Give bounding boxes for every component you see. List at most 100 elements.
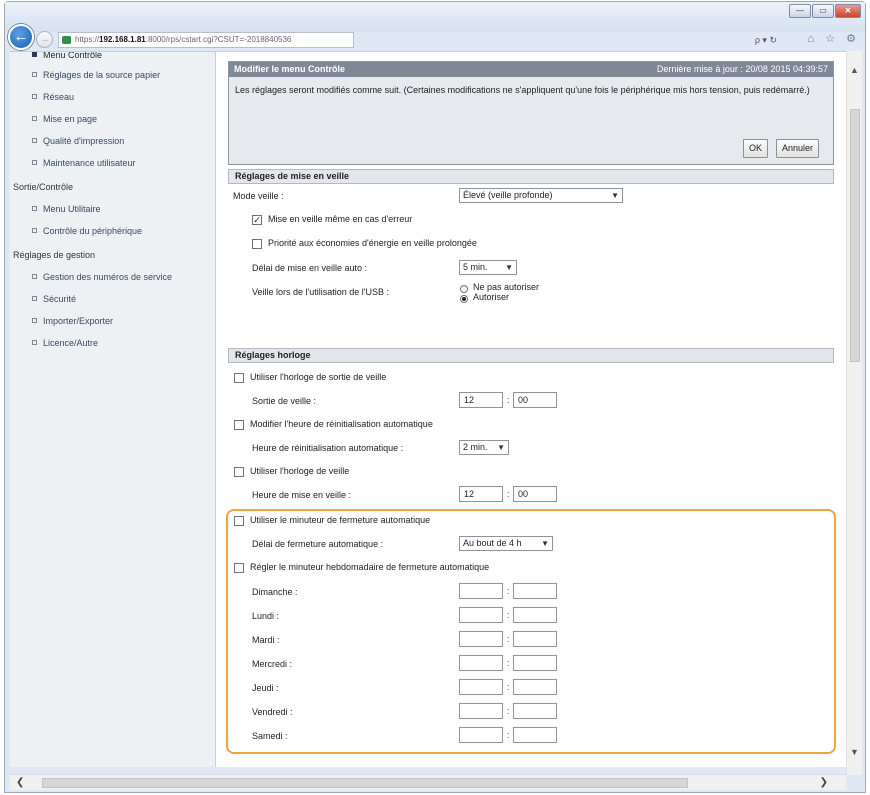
delai-veille-label: Délai de mise en veille auto : (252, 263, 368, 273)
usb-autoriser-label: Autoriser (473, 292, 510, 302)
usb-ne-pas-autoriser-radio[interactable] (460, 285, 468, 293)
day-label-samedi: Samedi : (252, 731, 288, 741)
sidebar-item-qualite[interactable]: Qualité d'impression (10, 133, 216, 149)
minuteur-fermeture-checkbox[interactable] (234, 516, 244, 526)
sidebar-item-licence[interactable]: Licence/Autre (10, 335, 216, 351)
samedi-hour-field[interactable] (459, 727, 503, 743)
usb-autoriser-radio[interactable] (460, 295, 468, 303)
sidebar-item-numeros-service[interactable]: Gestion des numéros de service (10, 269, 216, 285)
sidebar-item-securite[interactable]: Sécurité (10, 291, 216, 307)
favicon-icon (62, 36, 71, 44)
panel-header: Modifier le menu Contrôle Dernière mise … (229, 62, 833, 77)
sortie-veille-checkbox[interactable] (234, 373, 244, 383)
scroll-up-icon[interactable]: ▲ (850, 65, 859, 75)
sortie-veille-minute-field[interactable]: 00 (513, 392, 557, 408)
bullet-icon (32, 206, 37, 211)
sidebar-item-menu-utilitaire[interactable]: Menu Utilitaire (10, 201, 216, 217)
last-update: Dernière mise à jour : 20/08 2015 04:39:… (656, 64, 828, 74)
heure-veille-hour-field[interactable]: 12 (459, 486, 503, 502)
vertical-scrollbar[interactable]: ▲ ▼ (846, 51, 862, 775)
reinit-auto-checkbox[interactable] (234, 420, 244, 430)
dimanche-minute-field[interactable] (513, 583, 557, 599)
vendredi-hour-field[interactable] (459, 703, 503, 719)
horloge-veille-cb-label: Utiliser l'horloge de veille (250, 466, 350, 476)
sidebar-item-maintenance[interactable]: Maintenance utilisateur (10, 155, 216, 171)
search-refresh-icons[interactable]: ρ ▾ ↻ (727, 32, 777, 48)
sidebar-nav: Menu Contrôle Réglages de la source papi… (10, 52, 216, 767)
sidebar-item-controle-peripherique[interactable]: Contrôle du périphérique (10, 223, 216, 239)
sidebar-group-sortie[interactable]: Sortie/Contrôle (13, 179, 73, 195)
minimize-button[interactable]: — (789, 4, 811, 18)
day-label-vendredi: Vendredi : (252, 707, 293, 717)
sidebar-item-importer-exporter[interactable]: Importer/Exporter (10, 313, 216, 329)
horloge-veille-checkbox[interactable] (234, 467, 244, 477)
priorite-economies-label: Priorité aux économies d'énergie en veil… (268, 238, 477, 248)
lundi-minute-field[interactable] (513, 607, 557, 623)
forward-arrow-icon[interactable]: → (36, 31, 53, 48)
samedi-minute-field[interactable] (513, 727, 557, 743)
address-bar[interactable]: https://192.168.1.81:8000/rps/cstart.cgi… (58, 32, 354, 48)
jeudi-hour-field[interactable] (459, 679, 503, 695)
vendredi-minute-field[interactable] (513, 703, 557, 719)
sidebar-item-menu-controle[interactable]: Menu Contrôle (10, 52, 216, 63)
sortie-veille-hour-field[interactable]: 12 (459, 392, 503, 408)
mardi-minute-field[interactable] (513, 631, 557, 647)
maximize-button[interactable]: ▭ (812, 4, 834, 18)
reinit-auto-select[interactable]: 2 min. ▼ (459, 440, 509, 455)
horizontal-scrollbar[interactable]: ❮ ❯ (10, 774, 846, 790)
day-label-mardi: Mardi : (252, 635, 280, 645)
url-prefix: https:// (75, 35, 100, 44)
usb-ne-pas-autoriser-label: Ne pas autoriser (473, 282, 540, 292)
veille-erreur-checkbox[interactable]: ✓ (252, 215, 262, 225)
sidebar-item-source-papier[interactable]: Réglages de la source papier (10, 67, 216, 83)
day-label-lundi: Lundi : (252, 611, 280, 621)
mercredi-hour-field[interactable] (459, 655, 503, 671)
bullet-icon (32, 72, 37, 77)
cancel-button[interactable]: Annuler (776, 139, 820, 158)
chevron-down-icon: ▼ (541, 539, 549, 548)
scroll-right-icon[interactable]: ❯ (820, 777, 828, 788)
heure-veille-minute-field[interactable]: 00 (513, 486, 557, 502)
notice-text: Les réglages seront modifiés comme suit.… (235, 85, 810, 95)
minuteur-hebdo-checkbox[interactable] (234, 563, 244, 573)
reinit-auto-label: Heure de réinitialisation automatique : (252, 443, 404, 453)
minuteur-fermeture-cb-label: Utiliser le minuteur de fermeture automa… (250, 515, 431, 525)
close-button[interactable]: ✕ (835, 4, 861, 18)
veille-section-header: Réglages de mise en veille (228, 169, 834, 184)
sidebar-group-gestion[interactable]: Réglages de gestion (13, 247, 95, 263)
sidebar-item-reseau[interactable]: Réseau (10, 89, 216, 105)
mardi-hour-field[interactable] (459, 631, 503, 647)
bullet-icon (32, 318, 37, 323)
delai-veille-select[interactable]: 5 min. ▼ (459, 260, 517, 275)
bullet-icon (32, 138, 37, 143)
panel-title: Modifier le menu Contrôle (234, 64, 346, 74)
bullet-icon (32, 274, 37, 279)
scroll-down-icon[interactable]: ▼ (850, 747, 859, 757)
notice-box: Les réglages seront modifiés comme suit.… (229, 77, 833, 164)
dimanche-hour-field[interactable] (459, 583, 503, 599)
bullet-icon (32, 228, 37, 233)
sidebar-item-mise-en-page[interactable]: Mise en page (10, 111, 216, 127)
lundi-hour-field[interactable] (459, 607, 503, 623)
veille-erreur-label: Mise en veille même en cas d'erreur (268, 214, 413, 224)
jeudi-minute-field[interactable] (513, 679, 557, 695)
back-arrow-icon[interactable]: ← (8, 24, 34, 50)
ok-button[interactable]: OK (743, 139, 769, 158)
usb-veille-label: Veille lors de l'utilisation de l'USB : (252, 287, 390, 297)
home-star-gear-icons[interactable]: ⌂ ☆ ⚙ (808, 32, 860, 45)
scroll-left-icon[interactable]: ❮ (16, 777, 24, 788)
mercredi-minute-field[interactable] (513, 655, 557, 671)
horloge-section-header: Réglages horloge (228, 348, 834, 363)
day-label-mercredi: Mercredi : (252, 659, 293, 669)
mode-veille-select[interactable]: Élevé (veille profonde) ▼ (459, 188, 623, 203)
bullet-icon (32, 52, 37, 57)
delai-fermeture-select[interactable]: Au bout de 4 h ▼ (459, 536, 553, 551)
priorite-economies-checkbox[interactable] (252, 239, 262, 249)
minuteur-hebdo-cb-label: Régler le minuteur hebdomadaire de ferme… (250, 562, 490, 572)
bullet-icon (32, 160, 37, 165)
day-label-dimanche: Dimanche : (252, 587, 298, 597)
vertical-scroll-thumb[interactable] (850, 109, 860, 362)
mode-veille-label: Mode veille : (233, 191, 284, 201)
page-viewport: Menu Contrôle Réglages de la source papi… (10, 51, 852, 767)
horizontal-scroll-thumb[interactable] (42, 778, 688, 788)
